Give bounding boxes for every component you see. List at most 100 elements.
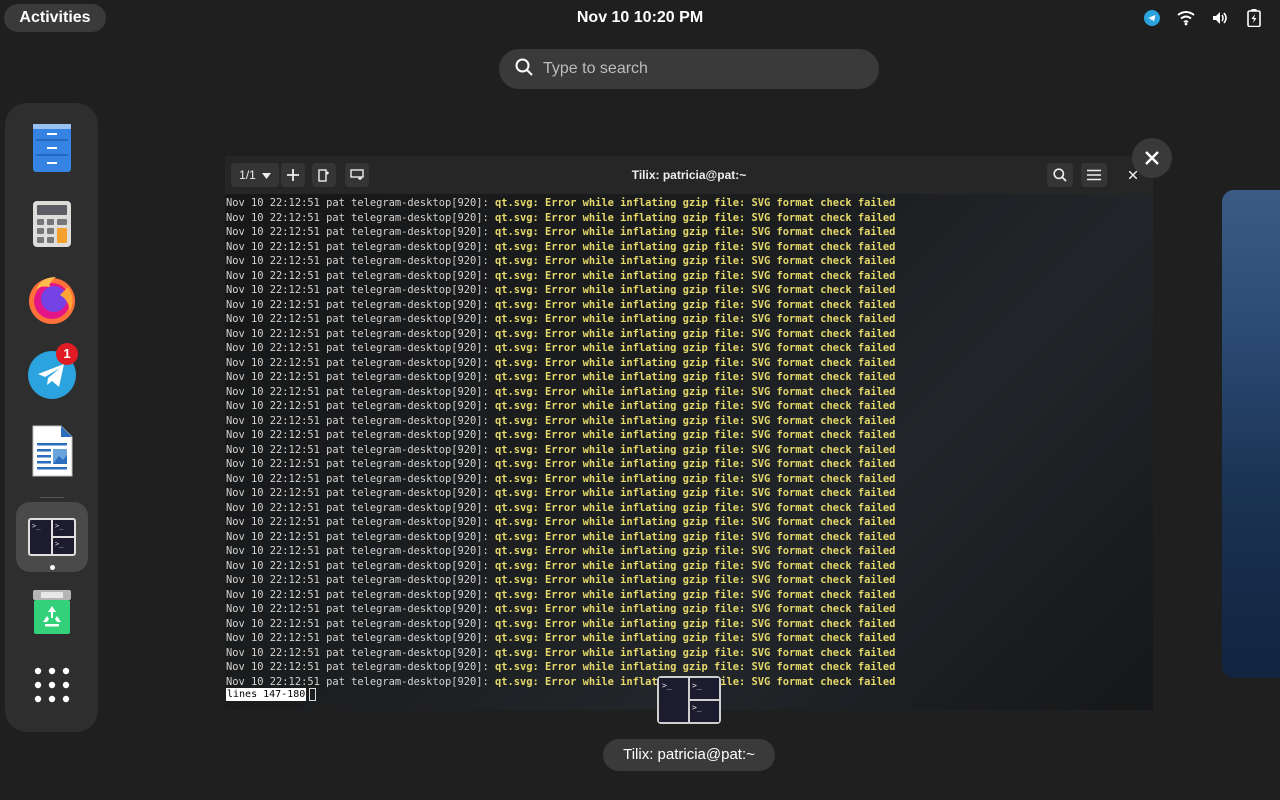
log-line: Nov 10 22:12:51 pat telegram-desktop[920… bbox=[226, 559, 895, 574]
log-line: Nov 10 22:12:51 pat telegram-desktop[920… bbox=[226, 660, 895, 675]
log-line: Nov 10 22:12:51 pat telegram-desktop[920… bbox=[226, 675, 895, 690]
log-line-prefix: Nov 10 22:12:51 pat telegram-desktop[920… bbox=[226, 516, 495, 528]
log-line-prefix: Nov 10 22:12:51 pat telegram-desktop[920… bbox=[226, 414, 495, 427]
log-line: Nov 10 22:12:51 pat telegram-desktop[920… bbox=[226, 472, 895, 487]
log-line-message: qt.svg: Error while inflating gzip file:… bbox=[495, 371, 896, 383]
log-line: Nov 10 22:12:51 pat telegram-desktop[920… bbox=[226, 196, 895, 211]
top-bar: Activities Nov 10 10:20 PM bbox=[0, 0, 1280, 36]
dash-item-telegram[interactable]: 1 bbox=[20, 343, 84, 407]
wifi-icon[interactable] bbox=[1176, 8, 1196, 28]
log-line-message: qt.svg: Error while inflating gzip file:… bbox=[495, 632, 896, 644]
log-line-message: qt.svg: Error while inflating gzip file:… bbox=[495, 342, 896, 354]
log-line-prefix: Nov 10 22:12:51 pat telegram-desktop[920… bbox=[226, 675, 495, 688]
svg-text:>_: >_ bbox=[55, 522, 64, 530]
find-button[interactable] bbox=[1047, 163, 1073, 187]
log-line-prefix: Nov 10 22:12:51 pat telegram-desktop[920… bbox=[226, 429, 495, 441]
log-line-message: qt.svg: Error while inflating gzip file:… bbox=[495, 269, 896, 282]
log-line: Nov 10 22:12:51 pat telegram-desktop[920… bbox=[226, 501, 895, 516]
tilix-window[interactable]: 1/1 Tilix: patricia@pat:~ Nov 10 22:12:5… bbox=[225, 156, 1153, 710]
search-input[interactable] bbox=[541, 59, 845, 79]
clock-label[interactable]: Nov 10 10:20 PM bbox=[577, 9, 703, 26]
dash-item-calculator[interactable] bbox=[20, 192, 84, 256]
split-down-button[interactable] bbox=[345, 163, 369, 187]
log-line-prefix: Nov 10 22:12:51 pat telegram-desktop[920… bbox=[226, 559, 495, 572]
log-line-prefix: Nov 10 22:12:51 pat telegram-desktop[920… bbox=[226, 327, 495, 340]
dash-item-firefox[interactable] bbox=[20, 267, 84, 331]
log-line-prefix: Nov 10 22:12:51 pat telegram-desktop[920… bbox=[226, 617, 495, 630]
log-line: Nov 10 22:12:51 pat telegram-desktop[920… bbox=[226, 631, 895, 646]
window-app-icon: >_ >_ >_ bbox=[657, 676, 721, 724]
svg-text:>_: >_ bbox=[692, 681, 702, 690]
log-line: Nov 10 22:12:51 pat telegram-desktop[920… bbox=[226, 617, 895, 632]
battery-icon[interactable] bbox=[1244, 8, 1264, 28]
log-line-message: qt.svg: Error while inflating gzip file:… bbox=[495, 313, 896, 325]
dash-item-trash[interactable] bbox=[20, 580, 84, 644]
log-line-message: qt.svg: Error while inflating gzip file:… bbox=[495, 487, 896, 499]
search-icon bbox=[515, 58, 533, 81]
log-line: Nov 10 22:12:51 pat telegram-desktop[920… bbox=[226, 254, 895, 269]
search-icon bbox=[1053, 168, 1067, 182]
files-icon bbox=[33, 124, 71, 172]
log-line-prefix: Nov 10 22:12:51 pat telegram-desktop[920… bbox=[226, 487, 495, 499]
log-line: Nov 10 22:12:51 pat telegram-desktop[920… bbox=[226, 356, 895, 371]
log-line-message: qt.svg: Error while inflating gzip file:… bbox=[495, 197, 896, 209]
log-line-prefix: Nov 10 22:12:51 pat telegram-desktop[920… bbox=[226, 385, 495, 398]
log-line-prefix: Nov 10 22:12:51 pat telegram-desktop[920… bbox=[226, 313, 495, 325]
terminal-view[interactable]: Nov 10 22:12:51 pat telegram-desktop[920… bbox=[225, 194, 1153, 710]
svg-text:>_: >_ bbox=[662, 681, 672, 690]
svg-text:>_: >_ bbox=[55, 540, 64, 548]
session-switcher[interactable]: 1/1 bbox=[231, 163, 279, 187]
dash: 1 >_ >_ >_ bbox=[5, 103, 98, 732]
window-caption: Tilix: patricia@pat:~ bbox=[603, 739, 775, 771]
calculator-icon bbox=[33, 201, 71, 247]
log-line-message: qt.svg: Error while inflating gzip file:… bbox=[495, 327, 896, 340]
log-line-message: qt.svg: Error while inflating gzip file:… bbox=[495, 255, 896, 267]
volume-icon[interactable] bbox=[1210, 8, 1230, 28]
log-line-prefix: Nov 10 22:12:51 pat telegram-desktop[920… bbox=[226, 574, 495, 586]
activities-button[interactable]: Activities bbox=[4, 4, 106, 32]
log-line: Nov 10 22:12:51 pat telegram-desktop[920… bbox=[226, 225, 895, 240]
log-line-prefix: Nov 10 22:12:51 pat telegram-desktop[920… bbox=[226, 545, 495, 557]
search-bar[interactable] bbox=[499, 49, 879, 89]
log-line: Nov 10 22:12:51 pat telegram-desktop[920… bbox=[226, 428, 895, 443]
menu-button[interactable] bbox=[1081, 163, 1107, 187]
terminal-icon: >_ >_ >_ bbox=[28, 518, 76, 556]
log-line: Nov 10 22:12:51 pat telegram-desktop[920… bbox=[226, 573, 895, 588]
hamburger-menu-icon bbox=[1087, 169, 1101, 181]
log-line-prefix: Nov 10 22:12:51 pat telegram-desktop[920… bbox=[226, 197, 495, 209]
writer-icon bbox=[32, 425, 73, 477]
log-line: Nov 10 22:12:51 pat telegram-desktop[920… bbox=[226, 414, 895, 429]
log-line-message: qt.svg: Error while inflating gzip file:… bbox=[495, 559, 896, 572]
dash-item-files[interactable] bbox=[20, 116, 84, 180]
chevron-down-icon bbox=[261, 168, 271, 182]
close-icon bbox=[1129, 171, 1137, 179]
log-line-prefix: Nov 10 22:12:51 pat telegram-desktop[920… bbox=[226, 298, 495, 311]
log-line: Nov 10 22:12:51 pat telegram-desktop[920… bbox=[226, 515, 895, 530]
close-window-button[interactable] bbox=[1132, 138, 1172, 178]
split-right-button[interactable] bbox=[312, 163, 336, 187]
dash-item-tilix[interactable]: >_ >_ >_ bbox=[16, 502, 88, 572]
dash-item-writer[interactable] bbox=[20, 419, 84, 483]
log-line: Nov 10 22:12:51 pat telegram-desktop[920… bbox=[226, 385, 895, 400]
add-session-button[interactable] bbox=[281, 163, 305, 187]
svg-text:>_: >_ bbox=[692, 703, 702, 712]
log-line-message: qt.svg: Error while inflating gzip file:… bbox=[495, 617, 896, 630]
plus-icon bbox=[287, 169, 299, 181]
log-line-prefix: Nov 10 22:12:51 pat telegram-desktop[920… bbox=[226, 211, 495, 224]
log-line-message: qt.svg: Error while inflating gzip file:… bbox=[495, 240, 896, 253]
log-line-message: qt.svg: Error while inflating gzip file:… bbox=[495, 603, 896, 615]
log-line: Nov 10 22:12:51 pat telegram-desktop[920… bbox=[226, 399, 895, 414]
app-grid-icon bbox=[34, 667, 70, 703]
telegram-tray-icon[interactable] bbox=[1142, 8, 1162, 28]
window-header: 1/1 Tilix: patricia@pat:~ bbox=[225, 156, 1153, 194]
close-icon bbox=[1145, 151, 1159, 165]
log-line: Nov 10 22:12:51 pat telegram-desktop[920… bbox=[226, 544, 895, 559]
show-applications-button[interactable] bbox=[20, 653, 84, 717]
log-line: Nov 10 22:12:51 pat telegram-desktop[920… bbox=[226, 240, 895, 255]
workspace-window-preview[interactable] bbox=[1222, 190, 1280, 678]
system-tray bbox=[1142, 8, 1264, 28]
firefox-icon bbox=[29, 277, 75, 324]
log-line-prefix: Nov 10 22:12:51 pat telegram-desktop[920… bbox=[226, 603, 495, 615]
log-line-message: qt.svg: Error while inflating gzip file:… bbox=[495, 211, 896, 224]
log-line: Nov 10 22:12:51 pat telegram-desktop[920… bbox=[226, 283, 895, 298]
